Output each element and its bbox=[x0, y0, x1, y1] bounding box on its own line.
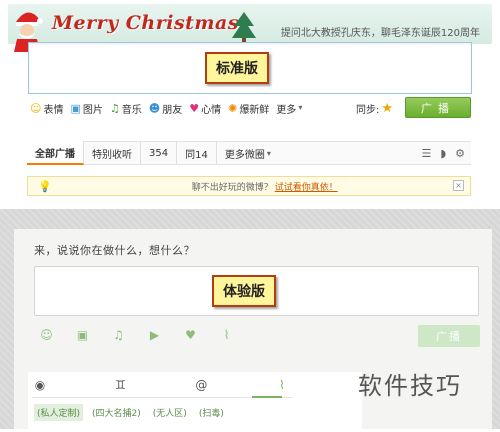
friends-button[interactable]: ☻ 朋友 bbox=[149, 101, 182, 116]
standard-version-section: Merry Christmas 提问北大教授孔庆东，聊毛泽东诞辰120周年 标准… bbox=[0, 0, 500, 205]
notice-link[interactable]: 试试看你真依！ bbox=[275, 180, 338, 193]
tab-354[interactable]: 354 bbox=[141, 141, 178, 165]
chat-icon[interactable]: ◉ bbox=[32, 377, 48, 393]
version-label: 标准版 bbox=[205, 52, 269, 84]
chip-private[interactable]: (私人定制) bbox=[34, 404, 84, 421]
friends-icon: ☻ bbox=[148, 101, 161, 115]
tab-tong14[interactable]: 同14 bbox=[177, 141, 217, 165]
heart-icon: ♥ bbox=[189, 101, 200, 115]
music-button[interactable]: ♫ 音乐 bbox=[110, 101, 142, 116]
bulb-icon: 💡 bbox=[38, 179, 52, 193]
feed-nav: ◉ ♊ @ ⌇ bbox=[32, 372, 290, 398]
topic-chips: (私人定制) (四大名捕2) (无人区) (扫毒) bbox=[34, 404, 227, 421]
feed-tabs: 全部广播 特别收听 354 同14 更多微圈 ▾ ☰ ◗ ⚙ bbox=[27, 141, 471, 165]
list-icon[interactable]: ☰ bbox=[421, 147, 431, 160]
hot-topic-link[interactable]: 提问北大教授孔庆东，聊毛泽东诞辰120周年 bbox=[281, 24, 480, 39]
tab-all[interactable]: 全部广播 bbox=[27, 141, 84, 165]
more-button[interactable]: 更多 ▾ bbox=[276, 101, 302, 116]
compose-toolbar: ☺ ▣ ♫ ▶ ♥ ⌇ bbox=[40, 328, 233, 342]
sync-toggle[interactable]: 同步: ★ bbox=[356, 101, 393, 116]
friends-icon[interactable]: ♊ bbox=[113, 377, 129, 393]
version-label: 体验版 bbox=[212, 275, 276, 307]
post-button[interactable]: 广播 bbox=[418, 325, 480, 347]
news-button[interactable]: ✺ 爆新鲜 bbox=[228, 101, 269, 116]
compose-toolbar: ☺ 表情 ▣ 图片 ♫ 音乐 ☻ 朋友 ♥ 心情 ✺ 爆新鲜 更多 ▾ bbox=[30, 100, 330, 116]
star-icon[interactable]: ★ bbox=[381, 101, 393, 116]
rss-icon[interactable]: ⌇ bbox=[274, 377, 290, 393]
notice-text: 聊不出好玩的微博？ bbox=[191, 182, 273, 193]
video-icon[interactable]: ▶ bbox=[148, 328, 161, 342]
post-button[interactable]: 广播 bbox=[405, 97, 471, 118]
nav-active-indicator bbox=[252, 396, 282, 398]
shield-icon[interactable]: ◗ bbox=[440, 147, 446, 160]
news-icon: ✺ bbox=[228, 101, 238, 115]
image-button[interactable]: ▣ 图片 bbox=[70, 101, 102, 116]
at-icon[interactable]: @ bbox=[193, 377, 209, 393]
gear-icon[interactable]: ⚙ bbox=[455, 147, 465, 160]
chip-four-detectives[interactable]: (四大名捕2) bbox=[89, 404, 144, 421]
christmas-banner: Merry Christmas 提问北大教授孔庆东，聊毛泽东诞辰120周年 bbox=[8, 4, 492, 52]
chip-no-mans-land[interactable]: (无人区) bbox=[150, 404, 190, 421]
music-icon: ♫ bbox=[109, 101, 120, 115]
smile-icon[interactable]: ☺ bbox=[40, 328, 53, 342]
music-icon[interactable]: ♫ bbox=[112, 328, 125, 342]
rss-icon[interactable]: ⌇ bbox=[220, 328, 233, 342]
chevron-down-icon: ▾ bbox=[266, 148, 271, 158]
image-icon[interactable]: ▣ bbox=[76, 328, 89, 342]
compose-prompt: 来，说说你在做什么，想什么？ bbox=[34, 244, 195, 257]
heart-icon[interactable]: ♥ bbox=[184, 328, 197, 342]
chevron-down-icon: ▾ bbox=[298, 103, 303, 112]
chip-anti-drug[interactable]: (扫毒) bbox=[196, 404, 227, 421]
emoji-button[interactable]: ☺ 表情 bbox=[30, 101, 63, 116]
watermark: 软件技巧 bbox=[358, 372, 462, 400]
mood-button[interactable]: ♥ 心情 bbox=[189, 101, 221, 116]
notice-bar: 💡 聊不出好玩的微博？ 试试看你真依！ × bbox=[27, 176, 471, 196]
view-options: ☰ ◗ ⚙ bbox=[421, 147, 471, 160]
tab-special[interactable]: 特别收听 bbox=[84, 141, 141, 165]
smile-icon: ☺ bbox=[30, 101, 42, 115]
image-icon: ▣ bbox=[70, 101, 81, 115]
tree-icon bbox=[232, 12, 256, 43]
close-icon[interactable]: × bbox=[453, 180, 464, 191]
tab-more-circles[interactable]: 更多微圈 ▾ bbox=[217, 141, 279, 165]
banner-title: Merry Christmas bbox=[52, 12, 240, 34]
